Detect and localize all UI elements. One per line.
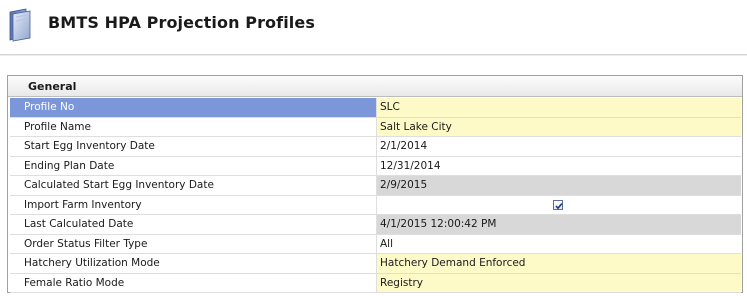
calculated-start-egg-inventory-date-value: 2/9/2015	[377, 176, 741, 195]
property-row-profile-no[interactable]: Profile No SLC	[10, 98, 741, 118]
property-row-import-farm-inventory[interactable]: Import Farm Inventory	[10, 195, 741, 215]
property-label: Calculated Start Egg Inventory Date	[10, 176, 377, 195]
property-row-ending-plan-date[interactable]: Ending Plan Date 12/31/2014	[10, 156, 741, 176]
property-row-female-ratio-mode[interactable]: Female Ratio Mode Registry	[10, 273, 741, 293]
start-egg-inventory-date-field[interactable]: 2/1/2014	[377, 137, 741, 156]
section-header-general[interactable]: General	[8, 76, 742, 97]
checkmark-icon	[555, 202, 563, 209]
import-farm-inventory-cell	[377, 195, 741, 214]
document-icon	[8, 8, 34, 42]
female-ratio-mode-field[interactable]: Registry	[377, 273, 741, 292]
property-label: Female Ratio Mode	[10, 273, 377, 292]
property-label: Start Egg Inventory Date	[10, 137, 377, 156]
property-grid: Profile No SLC Profile Name Salt Lake Ci…	[10, 98, 741, 293]
header-divider-shadow	[0, 55, 747, 56]
properties-panel: General Profile No SLC Profile Name Salt…	[7, 75, 743, 293]
property-row-hatchery-utilization-mode[interactable]: Hatchery Utilization Mode Hatchery Deman…	[10, 254, 741, 274]
section-label: General	[28, 80, 77, 93]
page-header: BMTS HPA Projection Profiles	[0, 0, 747, 54]
property-row-profile-name[interactable]: Profile Name Salt Lake City	[10, 117, 741, 137]
property-row-start-egg-inventory-date[interactable]: Start Egg Inventory Date 2/1/2014	[10, 137, 741, 157]
hatchery-utilization-mode-field[interactable]: Hatchery Demand Enforced	[377, 254, 741, 273]
property-label: Hatchery Utilization Mode	[10, 254, 377, 273]
property-label: Profile No	[10, 98, 377, 117]
order-status-filter-type-field[interactable]: All	[377, 234, 741, 253]
property-label: Import Farm Inventory	[10, 195, 377, 214]
page-title: BMTS HPA Projection Profiles	[48, 13, 315, 32]
property-label: Last Calculated Date	[10, 215, 377, 234]
ending-plan-date-field[interactable]: 12/31/2014	[377, 156, 741, 175]
profile-no-field[interactable]: SLC	[377, 98, 741, 117]
import-farm-inventory-checkbox[interactable]	[553, 199, 563, 210]
profile-name-field[interactable]: Salt Lake City	[377, 117, 741, 136]
property-row-calculated-start-egg-inventory-date[interactable]: Calculated Start Egg Inventory Date 2/9/…	[10, 176, 741, 196]
property-label: Profile Name	[10, 117, 377, 136]
last-calculated-date-value: 4/1/2015 12:00:42 PM	[377, 215, 741, 234]
property-row-order-status-filter-type[interactable]: Order Status Filter Type All	[10, 234, 741, 254]
property-label: Order Status Filter Type	[10, 234, 377, 253]
property-row-last-calculated-date[interactable]: Last Calculated Date 4/1/2015 12:00:42 P…	[10, 215, 741, 235]
property-label: Ending Plan Date	[10, 156, 377, 175]
